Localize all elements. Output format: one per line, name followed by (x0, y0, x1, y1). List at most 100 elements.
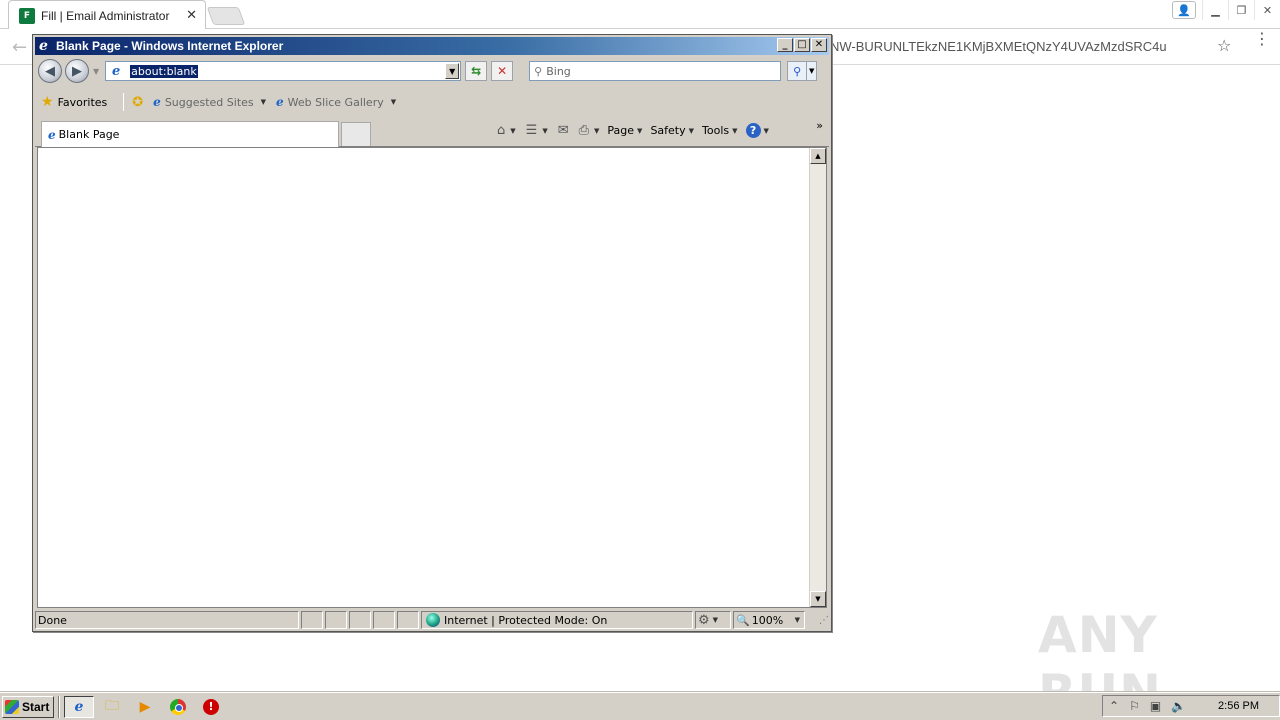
start-button[interactable]: Start (2, 695, 54, 718)
chevron-down-icon[interactable]: ▼ (391, 98, 396, 106)
page-icon: e (112, 63, 121, 79)
chevron-down-icon[interactable]: ▼ (594, 127, 599, 135)
scroll-up-icon[interactable]: ▲ (810, 148, 826, 164)
ie-logo-icon: e (39, 38, 48, 54)
feeds-icon[interactable]: ☰ (526, 123, 538, 138)
separator (123, 93, 125, 111)
safety-menu-label: Safety (650, 124, 686, 137)
chrome-menu-icon[interactable]: ⋮ (1254, 31, 1270, 47)
minimize-icon[interactable]: ▁ (1202, 0, 1228, 20)
taskbar-explorer-button[interactable]: 🗀 (97, 696, 127, 718)
address-dropdown-icon[interactable]: ▼ (445, 63, 460, 79)
page-content[interactable]: ▲ ▼ (37, 147, 827, 608)
zoom-control[interactable]: 🔍 100% ▼ (733, 611, 805, 629)
action-center-flag-icon[interactable]: ⚐ (1129, 699, 1140, 713)
ie-tab-blank-page[interactable]: e Blank Page (41, 121, 339, 147)
add-to-favorites-icon[interactable]: ✪ (132, 95, 143, 110)
ie-navigation-bar: ◀ ▶ ▼ e about:blank ▼ ⇆ ✕ ⚲ Bing ⚲ ▼ (35, 56, 829, 86)
chrome-new-tab-button[interactable] (206, 7, 246, 25)
vertical-scrollbar[interactable]: ▲ ▼ (809, 148, 826, 607)
stop-icon[interactable]: ✕ (491, 61, 514, 81)
taskbar-media-player-button[interactable]: ▶ (130, 696, 160, 718)
favorites-button[interactable]: Favorites (58, 96, 108, 109)
suggested-sites-link[interactable]: Suggested Sites (165, 96, 254, 109)
history-dropdown-icon[interactable]: ▼ (93, 67, 99, 76)
chevron-down-icon: ▼ (688, 126, 695, 135)
protected-mode-settings[interactable]: ⚙ ▼ (695, 611, 731, 629)
chevron-down-icon: ▼ (732, 126, 738, 135)
mail-icon[interactable]: ✉ (558, 123, 569, 138)
tools-menu[interactable]: Tools ▼ (702, 124, 738, 137)
chrome-tab-active[interactable]: F Fill | Email Administrator ✕ (8, 0, 206, 30)
address-bar[interactable]: e about:blank ▼ (105, 61, 462, 81)
search-input[interactable]: ⚲ Bing (529, 61, 782, 81)
help-icon: ? (745, 123, 761, 138)
web-slice-gallery-link[interactable]: Web Slice Gallery (288, 96, 384, 109)
zoom-icon: 🔍 (736, 613, 750, 627)
windows-logo-icon (5, 699, 19, 714)
resize-grip-icon[interactable]: ⋰ (819, 615, 829, 626)
chevron-down-icon: ▼ (712, 616, 719, 624)
ie-maximize-button[interactable]: □ (794, 38, 810, 52)
address-input[interactable]: about:blank (130, 64, 198, 78)
chrome-back-icon[interactable]: ← (12, 37, 27, 58)
search-options-icon[interactable]: ▼ (807, 61, 818, 81)
refresh-icon[interactable]: ⇆ (465, 61, 488, 81)
taskbar-stop-button[interactable]: ! (196, 696, 226, 718)
security-zone[interactable]: Internet | Protected Mode: On (421, 611, 693, 629)
web-slice-icon: e (276, 95, 284, 109)
ie-minimize-button[interactable]: _ (777, 38, 793, 52)
taskbar-ie-button[interactable]: e (64, 695, 94, 718)
print-icon[interactable]: ⎙ (579, 123, 589, 138)
close-window-icon[interactable]: ✕ (1254, 0, 1280, 20)
media-player-icon: ▶ (139, 698, 151, 715)
ie-window: e Blank Page - Windows Internet Explorer… (32, 34, 832, 632)
more-commands-icon[interactable]: » (816, 119, 823, 132)
zone-text: Internet | Protected Mode: On (444, 613, 608, 627)
clock[interactable]: 2:56 PM (1218, 700, 1259, 712)
show-hidden-icons-icon[interactable]: ⌃ (1109, 699, 1119, 713)
favorites-star-icon[interactable]: ★ (41, 94, 54, 110)
chevron-down-icon[interactable]: ▼ (510, 127, 515, 135)
help-menu[interactable]: ? ▼ (745, 123, 769, 138)
chevron-down-icon: ▼ (794, 616, 800, 624)
favorites-bar: ★ Favorites ✪ e Suggested Sites ▼ e Web … (35, 89, 829, 115)
ie-window-title: Blank Page - Windows Internet Explorer (56, 39, 284, 53)
status-pane (349, 611, 371, 629)
ie-new-tab-button[interactable] (341, 122, 371, 146)
tab-page-icon: e (48, 127, 56, 142)
taskbar-chrome-button[interactable] (163, 696, 193, 718)
chrome-omnibox[interactable]: NW-BURUNLTEkzNE1KMjBXMEtQNzY4UVAzMzdSRC4… (830, 33, 1240, 60)
forward-arrow-icon[interactable]: ▶ (65, 59, 89, 83)
home-icon[interactable]: ⌂ (497, 123, 505, 138)
network-icon[interactable]: ▣ (1150, 699, 1161, 713)
profile-icon[interactable]: 👤 (1172, 1, 1196, 19)
chevron-down-icon[interactable]: ▼ (542, 127, 547, 135)
ie-close-button[interactable]: ✕ (811, 38, 827, 52)
search-icon[interactable]: ⚲ (787, 61, 808, 81)
stop-sign-icon: ! (203, 698, 219, 715)
status-pane (301, 611, 323, 629)
chrome-window-controls: 👤 ▁ ❐ ✕ (1172, 0, 1280, 20)
globe-icon (426, 613, 440, 627)
ie-titlebar[interactable]: e Blank Page - Windows Internet Explorer… (35, 37, 829, 55)
status-text: Done (35, 611, 299, 629)
search-glass-icon: ⚲ (534, 64, 543, 78)
zoom-level: 100% (751, 613, 784, 627)
command-bar: ⌂ ▼ ☰ ▼ ✉ ⎙ ▼ Page ▼ Safety ▼ Tools ▼ ? ▼ (497, 123, 769, 138)
status-bar: Done Internet | Protected Mode: On ⚙ ▼ 🔍… (35, 610, 829, 630)
close-tab-icon[interactable]: ✕ (186, 8, 197, 23)
back-arrow-icon[interactable]: ◀ (38, 59, 62, 83)
folder-icon: 🗀 (105, 697, 119, 714)
chevron-down-icon[interactable]: ▼ (261, 98, 266, 106)
volume-icon[interactable]: 🔈 (1171, 699, 1186, 713)
scroll-down-icon[interactable]: ▼ (810, 591, 826, 607)
tools-menu-label: Tools (702, 124, 730, 137)
ie-window-controls: _ □ ✕ (777, 38, 827, 52)
bookmark-star-icon[interactable]: ☆ (1217, 36, 1231, 55)
restore-icon[interactable]: ❐ (1228, 0, 1254, 20)
safety-menu[interactable]: Safety ▼ (650, 124, 694, 137)
chrome-tabstrip: F Fill | Email Administrator ✕ 👤 ▁ ❐ ✕ (0, 0, 1280, 30)
ie-icon: e (74, 698, 84, 715)
page-menu[interactable]: Page ▼ (607, 124, 642, 137)
